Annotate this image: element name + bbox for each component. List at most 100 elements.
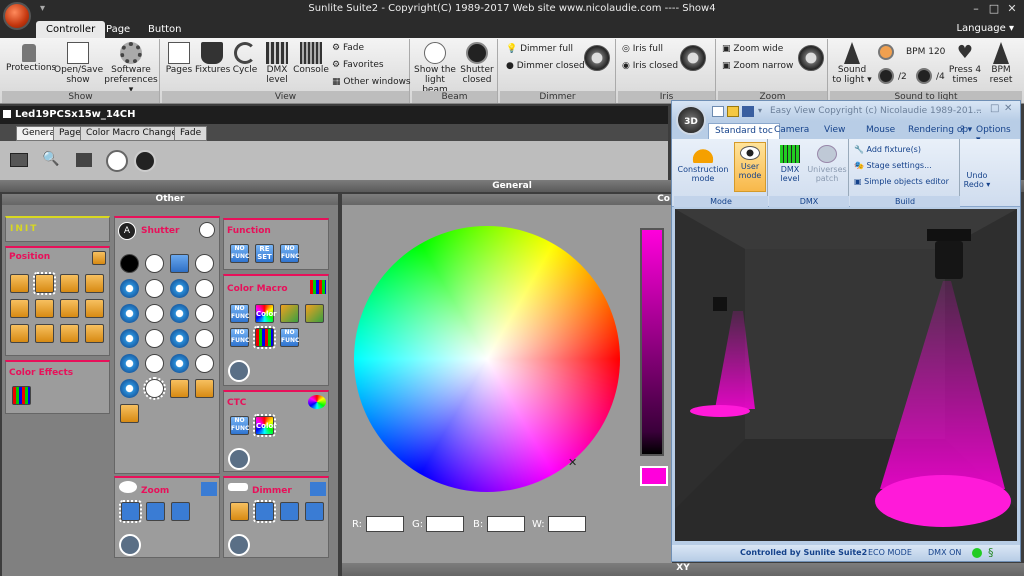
shutter-open-button[interactable] bbox=[145, 304, 164, 323]
zoom-knob[interactable] bbox=[798, 45, 824, 71]
iris-knob[interactable] bbox=[680, 45, 706, 71]
shutter-effect-button[interactable] bbox=[170, 379, 189, 398]
shutter-open-button[interactable] bbox=[145, 279, 164, 298]
other-windows-button[interactable]: ▦ Other windows bbox=[332, 77, 411, 87]
zoom-dial[interactable] bbox=[119, 534, 141, 556]
brightness-slider[interactable] bbox=[640, 228, 664, 456]
cycle-button[interactable]: Cycle bbox=[231, 42, 259, 75]
shutter-open-toggle[interactable] bbox=[199, 222, 215, 238]
ev-options-menu[interactable]: Options ▾ bbox=[974, 123, 1020, 145]
strobe-speed-button[interactable] bbox=[120, 354, 139, 373]
open-save-show-button[interactable]: Open/Save show bbox=[54, 42, 103, 85]
shutter-open-button[interactable] bbox=[195, 279, 214, 298]
shutter-selected-button[interactable] bbox=[143, 377, 166, 400]
3d-stage-view[interactable] bbox=[675, 209, 1017, 541]
position-preset-button[interactable] bbox=[33, 272, 56, 295]
half-bpm-button[interactable] bbox=[878, 68, 894, 84]
ctc-nofunc-button[interactable]: NO FUNC bbox=[230, 416, 249, 435]
fade-button[interactable]: ⚙ Fade bbox=[332, 43, 364, 53]
position-preset-button[interactable] bbox=[10, 274, 29, 293]
w-input[interactable] bbox=[548, 516, 586, 532]
open-folder-icon[interactable] bbox=[727, 106, 739, 117]
strobe-speed-button[interactable] bbox=[120, 379, 139, 398]
search-icon[interactable]: 🔍 bbox=[42, 151, 59, 167]
ev-minimize-button[interactable]: – bbox=[976, 103, 982, 116]
dmx-level-button[interactable]: DMX level bbox=[262, 42, 292, 85]
undo-redo-button[interactable]: Undo Redo ▾ bbox=[962, 171, 992, 189]
quarter-bpm-button[interactable] bbox=[916, 68, 932, 84]
dimmer-button-4[interactable] bbox=[305, 502, 324, 521]
ev-dmx-level-button[interactable]: DMX level bbox=[773, 145, 807, 183]
ev-tab-camera[interactable]: Camera bbox=[768, 123, 815, 139]
position-preset-button[interactable] bbox=[85, 324, 104, 343]
g-input[interactable] bbox=[426, 516, 464, 532]
color-macro-speed-dial[interactable] bbox=[228, 360, 250, 382]
strobe-speed-button[interactable] bbox=[120, 279, 139, 298]
add-fixtures-button[interactable]: 🔧 Add fixture(s) bbox=[854, 145, 921, 154]
app-menu-button[interactable] bbox=[3, 2, 31, 30]
zoom-wide-button[interactable]: ▣ Zoom wide bbox=[722, 44, 783, 54]
shutter-closed-button[interactable]: Shutter closed bbox=[458, 42, 496, 85]
color-macro-color-button[interactable]: Color bbox=[255, 304, 277, 323]
color-macro-fade-2[interactable] bbox=[305, 304, 324, 323]
color-macro-fade-1[interactable] bbox=[280, 304, 299, 323]
zoom-button-2[interactable] bbox=[146, 502, 165, 521]
shutter-effect-button[interactable] bbox=[195, 379, 214, 398]
quick-access-arrow-icon[interactable]: ▾ bbox=[40, 3, 45, 14]
console-button[interactable]: Console bbox=[293, 42, 329, 75]
position-preset-button[interactable] bbox=[10, 299, 29, 318]
easy-view-app-button[interactable]: 3D bbox=[676, 105, 706, 135]
color-effect-button[interactable] bbox=[12, 386, 31, 405]
stage-settings-button[interactable]: 🎭 Stage settings... bbox=[854, 161, 932, 170]
strobe-speed-button[interactable] bbox=[170, 304, 189, 323]
show-light-beam-button[interactable]: Show the light beam bbox=[414, 42, 456, 95]
maximize-button[interactable]: □ bbox=[986, 2, 1002, 16]
b-input[interactable] bbox=[487, 516, 525, 532]
tab-controller[interactable]: Controller bbox=[36, 21, 106, 38]
construction-mode-button[interactable]: Construction mode bbox=[676, 145, 730, 183]
protections-button[interactable]: Protections bbox=[6, 42, 56, 73]
shutter-open-button[interactable] bbox=[195, 254, 214, 273]
close-button[interactable]: ✕ bbox=[1004, 2, 1020, 16]
dimmer-dial[interactable] bbox=[228, 534, 250, 556]
dimmer-button-2[interactable] bbox=[253, 500, 276, 523]
position-preset-icon[interactable] bbox=[92, 251, 106, 265]
ev-close-button[interactable]: ✕ bbox=[1004, 103, 1012, 114]
strobe-speed-button[interactable] bbox=[120, 304, 139, 323]
screen-icon[interactable] bbox=[10, 153, 28, 167]
shutter-open-button[interactable] bbox=[145, 254, 164, 273]
strobe-speed-button[interactable] bbox=[170, 354, 189, 373]
strobe-speed-button[interactable] bbox=[170, 279, 189, 298]
quick-access-dropdown-icon[interactable]: ▾ bbox=[758, 106, 762, 115]
dimmer-full-button[interactable]: 💡 Dimmer full bbox=[506, 44, 573, 54]
function-nofunc-button[interactable]: NO FUNC bbox=[230, 244, 249, 263]
shutter-open-button[interactable] bbox=[145, 354, 164, 373]
ev-maximize-button[interactable]: □ bbox=[990, 103, 999, 114]
new-doc-icon[interactable] bbox=[712, 106, 724, 117]
favorites-button[interactable]: ⚙ Favorites bbox=[332, 60, 384, 70]
zoom-button-3[interactable] bbox=[171, 502, 190, 521]
strobe-speed-button[interactable] bbox=[120, 329, 139, 348]
shutter-open-button[interactable] bbox=[195, 329, 214, 348]
ctc-color-button[interactable]: Color bbox=[253, 414, 277, 437]
position-preset-button[interactable] bbox=[60, 324, 79, 343]
position-preset-button[interactable] bbox=[60, 274, 79, 293]
strobe-speed-button[interactable] bbox=[170, 329, 189, 348]
position-preset-button[interactable] bbox=[35, 324, 54, 343]
save-icon[interactable] bbox=[742, 106, 754, 117]
software-preferences-button[interactable]: Software preferences ▾ bbox=[104, 42, 158, 95]
ev-tab-mouse[interactable]: Mouse bbox=[860, 123, 901, 139]
iris-closed-button[interactable]: ◉ Iris closed bbox=[622, 61, 678, 71]
function-nofunc-button-2[interactable]: NO FUNC bbox=[280, 244, 299, 263]
zoom-narrow-button[interactable]: ▣ Zoom narrow bbox=[722, 61, 793, 71]
sound-to-light-button[interactable]: Sound to light ▾ bbox=[832, 42, 872, 85]
tab-page[interactable]: Page bbox=[96, 21, 140, 38]
shutter-open-button[interactable] bbox=[195, 354, 214, 373]
init-panel[interactable]: INIT bbox=[5, 216, 110, 242]
fixtures-button[interactable]: Fixtures bbox=[195, 42, 230, 75]
minimize-button[interactable]: – bbox=[968, 2, 984, 16]
universes-patch-button[interactable]: Universes patch bbox=[807, 145, 847, 183]
shutter-closed-button[interactable] bbox=[120, 254, 139, 273]
dimmer-closed-button[interactable]: ● Dimmer closed bbox=[506, 61, 585, 71]
simple-objects-editor-button[interactable]: ▣ Simple objects editor bbox=[854, 177, 949, 186]
